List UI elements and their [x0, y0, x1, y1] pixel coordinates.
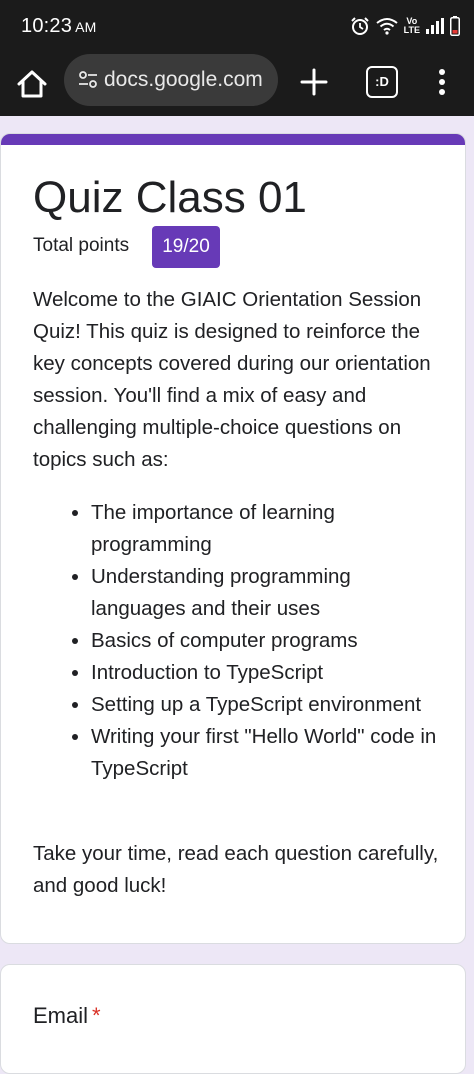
tab-switcher-icon[interactable]: :D: [366, 66, 398, 98]
status-time: 10:23 AM: [21, 15, 96, 38]
list-item: Setting up a TypeScript environment: [91, 689, 443, 721]
volte-label-bottom: LTE: [403, 25, 420, 35]
status-icons: Vo LTE: [350, 14, 460, 38]
signal-icon: [426, 18, 444, 34]
new-tab-button[interactable]: [296, 64, 332, 100]
wifi-icon: [376, 17, 398, 35]
home-icon: [14, 70, 50, 106]
alarm-icon: [350, 16, 370, 36]
list-item: Basics of computer programs: [91, 625, 443, 657]
browser-toolbar: docs.google.com :D: [0, 52, 474, 116]
site-settings-icon[interactable]: [78, 70, 98, 95]
closing-text: Take your time, read each question caref…: [33, 842, 439, 897]
total-points-label: Total points: [33, 235, 130, 256]
email-label: Email *: [33, 1003, 101, 1029]
form-title: Quiz Class 01: [33, 173, 307, 222]
url-text: docs.google.com: [104, 68, 263, 91]
volte-icon: Vo LTE: [404, 17, 420, 35]
list-item: Writing your first "Hello World" code in…: [91, 721, 443, 785]
list-item: The importance of learning programming: [91, 497, 443, 561]
status-bar: 10:23 AM Vo LTE: [0, 0, 474, 52]
battery-icon: [450, 16, 460, 36]
email-label-text: Email: [33, 1003, 89, 1028]
more-menu-button[interactable]: [428, 64, 456, 100]
clock-time: 10:23: [21, 15, 73, 37]
topic-list: The importance of learning programming U…: [33, 497, 443, 785]
list-item: Understanding programming languages and …: [91, 561, 443, 625]
more-menu-icon: [428, 69, 456, 104]
form-description: Welcome to the GIAIC Orientation Session…: [33, 288, 431, 471]
new-tab-icon: [296, 68, 332, 104]
accent-bar: [1, 134, 465, 145]
list-item: Introduction to TypeScript: [91, 657, 443, 689]
required-mark: *: [92, 1003, 101, 1028]
address-bar[interactable]: docs.google.com: [64, 54, 278, 106]
clock-ampm: AM: [75, 19, 97, 35]
points-badge: 19/20: [152, 226, 220, 268]
home-button[interactable]: [14, 66, 50, 102]
